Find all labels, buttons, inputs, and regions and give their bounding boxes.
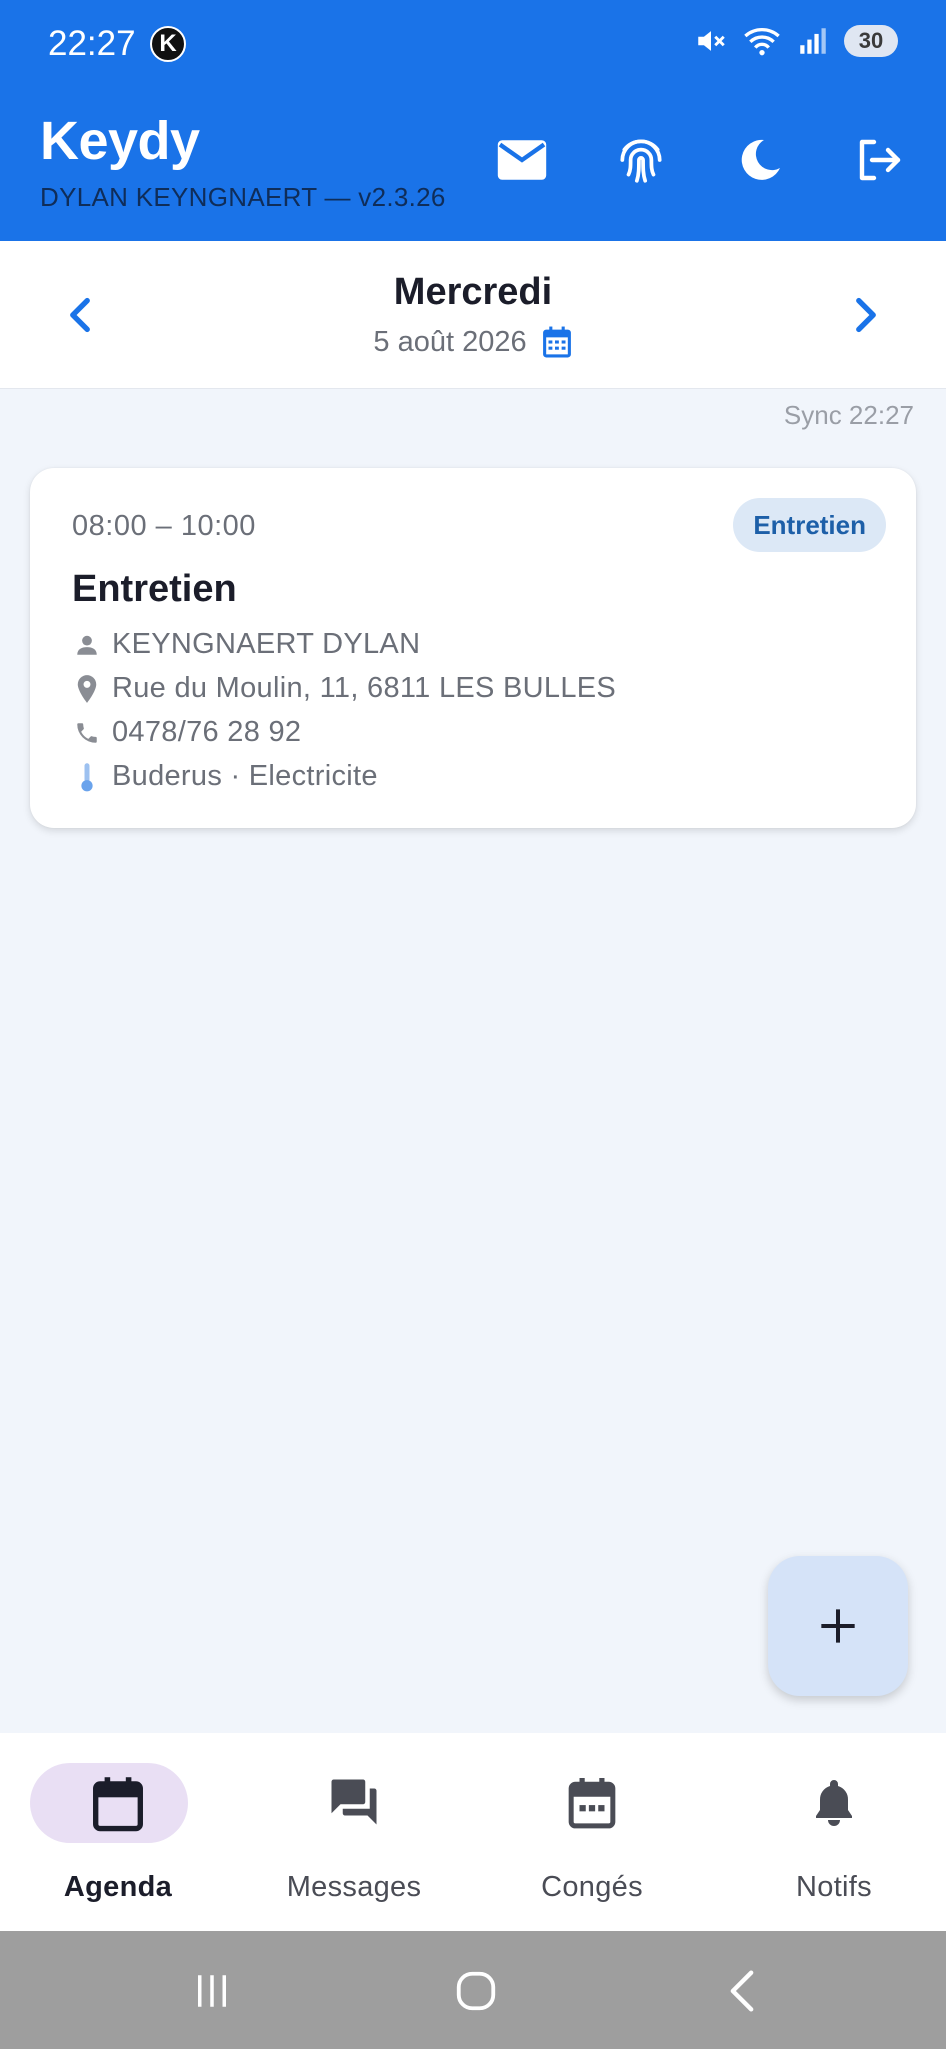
battery-indicator: 30 (844, 25, 898, 57)
status-icons: 30 (694, 24, 898, 58)
user-version-label: DYLAN KEYNGNAERT — v2.3.26 (40, 182, 446, 212)
recent-apps-button[interactable] (182, 1961, 242, 2021)
home-icon (456, 1971, 496, 2011)
nav-label-conges: Congés (541, 1871, 643, 1903)
nav-conges[interactable]: Congés (474, 1733, 710, 1931)
mail-button[interactable] (492, 130, 552, 190)
calendar-icon (93, 1777, 143, 1832)
client-address: Rue du Moulin, 11, 6811 LES BULLES (112, 672, 617, 704)
date-navigator: Mercredi 5 août 2026 (0, 241, 946, 389)
nav-label-messages: Messages (286, 1871, 422, 1903)
client-row: KEYNGNAERT DYLAN (72, 628, 420, 661)
fingerprint-button[interactable] (611, 130, 671, 190)
nav-label-notifs: Notifs (796, 1871, 872, 1903)
wifi-icon (744, 28, 780, 56)
person-icon (77, 635, 97, 655)
system-navigation-bar (0, 1931, 946, 2049)
nav-agenda[interactable]: Agenda (0, 1733, 236, 1931)
equipment-info: Buderus · Electricite (112, 760, 378, 792)
nav-notifs[interactable]: Notifs (716, 1733, 946, 1931)
appointment-time: 08:00 – 10:00 (72, 510, 256, 542)
appointment-title: Entretien (72, 568, 237, 610)
fingerprint-icon (620, 139, 662, 183)
equipment-row: Buderus · Electricite (72, 760, 378, 793)
bottom-navigation: Agenda Messages Congés Notifs (0, 1733, 946, 1931)
plus-icon (821, 1609, 855, 1643)
app-notification-icon: K (150, 26, 186, 62)
thermometer-icon (81, 762, 93, 791)
chevron-right-icon (856, 297, 876, 333)
date-label: 5 août 2026 (373, 325, 527, 358)
mail-icon (497, 140, 547, 180)
address-row: Rue du Moulin, 11, 6811 LES BULLES (72, 672, 616, 705)
calendar-picker-icon[interactable] (541, 325, 573, 359)
home-button[interactable] (446, 1961, 506, 2021)
date-row: 5 août 2026 (0, 325, 946, 359)
signal-icon (800, 28, 826, 54)
location-pin-icon (77, 674, 97, 703)
back-button[interactable] (712, 1961, 772, 2021)
app-header: 22:27 K 30 Keydy DYLAN KEYNGNAERT — v2.3… (0, 0, 946, 241)
bell-icon (816, 1780, 852, 1826)
status-time: 22:27 (48, 24, 136, 63)
app-title: Keydy (40, 111, 200, 171)
logout-button[interactable] (848, 130, 908, 190)
calendar-dots-icon (568, 1778, 616, 1829)
back-icon (730, 1970, 754, 2012)
appointment-card[interactable]: 08:00 – 10:00 Entretien Entretien KEYNGN… (30, 468, 916, 828)
recents-icon (198, 1975, 226, 2007)
sync-status: Sync 22:27 (783, 400, 914, 430)
forum-icon (331, 1779, 377, 1825)
nav-messages[interactable]: Messages (236, 1733, 472, 1931)
dark-mode-button[interactable] (730, 130, 790, 190)
nav-label-agenda: Agenda (63, 1871, 173, 1903)
logout-icon (859, 139, 901, 181)
phone-icon (77, 722, 97, 743)
next-day-button[interactable] (842, 291, 890, 339)
client-phone: 0478/76 28 92 (112, 716, 302, 748)
add-appointment-button[interactable] (768, 1556, 908, 1696)
day-name: Mercredi (393, 271, 553, 313)
dark-mode-icon (741, 139, 780, 180)
appointment-type-badge: Entretien (733, 498, 886, 552)
phone-row[interactable]: 0478/76 28 92 (72, 716, 301, 749)
client-name: KEYNGNAERT DYLAN (112, 628, 421, 660)
mute-icon (698, 31, 725, 51)
